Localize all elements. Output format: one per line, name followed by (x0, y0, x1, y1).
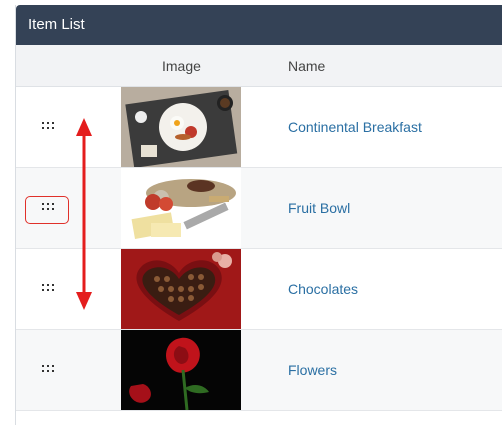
breakfast-image (121, 87, 241, 167)
table-row: Flowers (16, 330, 502, 411)
item-name-link[interactable]: Fruit Bowl (288, 200, 350, 216)
column-header-image: Image (162, 58, 201, 74)
drag-handle-icon[interactable] (42, 365, 56, 373)
column-header-name: Name (288, 58, 326, 74)
cheese-platter-image (121, 168, 241, 248)
drag-handle-icon[interactable] (42, 284, 56, 292)
item-name-link[interactable]: Chocolates (288, 281, 358, 297)
panel-title: Item List (16, 5, 502, 45)
table-header: Image Name (16, 45, 502, 87)
item-name-link[interactable]: Flowers (288, 362, 337, 378)
drag-direction-arrow-icon (76, 118, 92, 310)
item-name-link[interactable]: Continental Breakfast (288, 119, 422, 135)
roses-image (121, 330, 241, 410)
highlight-box (25, 196, 69, 224)
chocolates-image (121, 249, 241, 329)
drag-handle-icon[interactable] (42, 122, 56, 130)
